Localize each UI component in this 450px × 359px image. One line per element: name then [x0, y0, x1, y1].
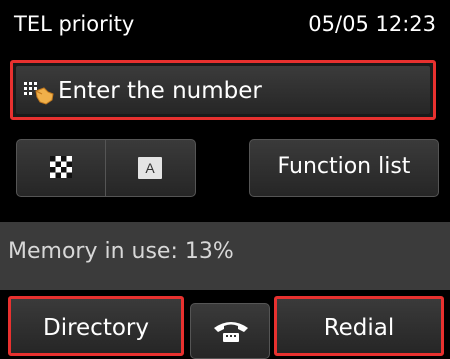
status-header: TEL priority 05/05 12:23 — [0, 0, 450, 50]
date-time: 05/05 12:23 — [308, 12, 436, 36]
directory-button[interactable]: Directory — [8, 296, 184, 356]
checker-icon — [50, 156, 72, 178]
function-list-label: Function list — [277, 154, 411, 179]
redial-button[interactable]: Redial — [274, 296, 444, 356]
hook-button[interactable] — [190, 303, 270, 359]
enter-number-inner: Enter the number — [16, 66, 430, 114]
redial-label: Redial — [323, 315, 395, 341]
alpha-icon: A — [138, 157, 162, 179]
memory-status: Memory in use: 13% — [0, 222, 450, 290]
mode-title: TEL priority — [14, 12, 135, 36]
keypad-tap-icon — [24, 82, 54, 105]
enter-number-label: Enter the number — [58, 78, 262, 104]
toggle-right[interactable]: A — [106, 140, 194, 196]
function-list-button[interactable]: Function list — [249, 139, 439, 197]
directory-label: Directory — [42, 315, 149, 341]
input-mode-toggle[interactable]: A — [16, 139, 196, 197]
toggle-left[interactable] — [17, 140, 106, 196]
enter-number-button[interactable]: Enter the number — [10, 60, 436, 120]
memory-text: Memory in use: 13% — [8, 239, 234, 264]
phone-hook-icon — [214, 322, 248, 342]
